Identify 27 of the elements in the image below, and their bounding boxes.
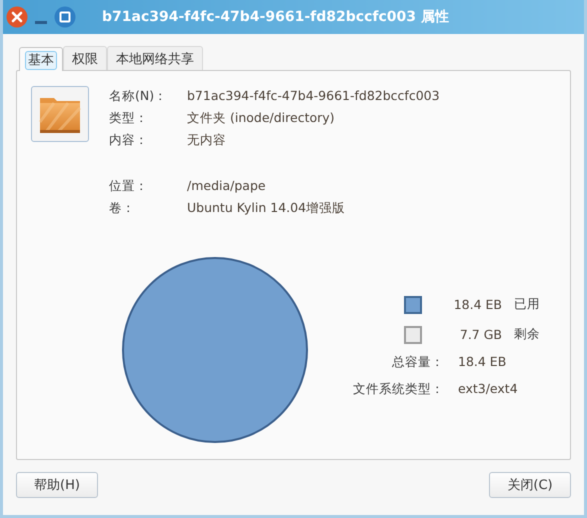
field-label: 内容： <box>109 131 149 149</box>
field-label: 总容量： <box>391 353 445 371</box>
field-value: b71ac394-f4fc-47b4-9661-fd82bccfc003 <box>187 87 440 105</box>
field-label: 名称(N)： <box>109 87 168 105</box>
legend-amount: 7.7 GB <box>458 327 502 342</box>
field-label: 类型： <box>109 109 149 127</box>
field-label: 卷： <box>109 199 136 217</box>
field-value: Ubuntu Kylin 14.04增强版 <box>187 199 346 217</box>
legend-amount: 18.4 EB <box>452 297 502 312</box>
maximize-icon[interactable] <box>54 6 76 28</box>
legend-label: 剩余 <box>514 326 541 343</box>
close-icon[interactable] <box>6 6 28 28</box>
tab[interactable]: 权限 <box>63 46 107 70</box>
window-title: b71ac394-f4fc-47b4-9661-fd82bccfc003 属性 <box>102 8 449 26</box>
field-label: 位置： <box>109 177 149 195</box>
field-value: 18.4 EB <box>458 353 508 371</box>
field-value: 无内容 <box>187 131 227 149</box>
field-value: ext3/ext4 <box>458 380 519 398</box>
field-value: 文件夹 (inode/directory) <box>187 109 336 127</box>
folder-icon-frame[interactable] <box>31 86 89 142</box>
field-value: /media/pape <box>187 177 267 195</box>
field-label: 文件系统类型： <box>353 380 445 398</box>
tab[interactable]: 本地网络共享 <box>107 46 203 70</box>
close-button[interactable]: 关闭(C) <box>489 472 571 498</box>
tab[interactable]: 基本 <box>19 47 63 71</box>
help-button[interactable]: 帮助(H) <box>16 472 98 498</box>
legend-label: 已用 <box>514 296 541 313</box>
